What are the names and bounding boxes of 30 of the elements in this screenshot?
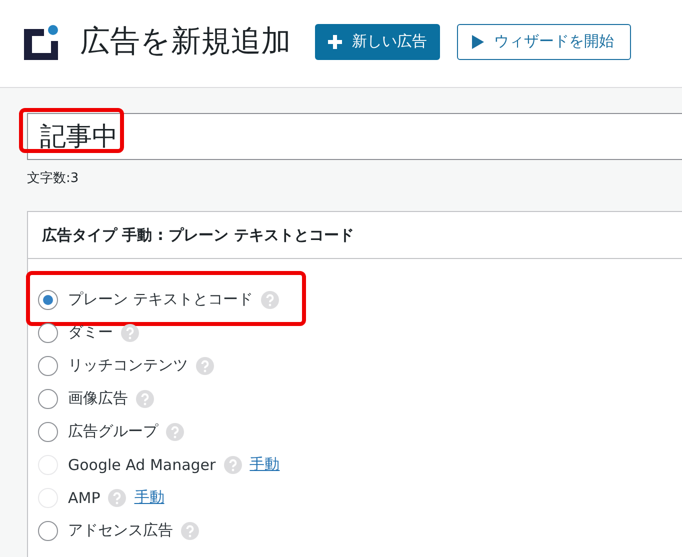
help-icon bbox=[224, 456, 242, 474]
option-label: AMP bbox=[68, 488, 100, 506]
radio-button[interactable] bbox=[38, 290, 58, 310]
option-label: ダミー bbox=[68, 323, 113, 342]
help-icon bbox=[181, 522, 199, 540]
title-field[interactable]: 記事中 bbox=[27, 113, 682, 160]
radio-button[interactable] bbox=[38, 520, 58, 540]
option-label: 広告グループ bbox=[68, 422, 158, 441]
help-icon bbox=[108, 488, 126, 506]
option-label: リッチコンテンツ bbox=[68, 356, 188, 375]
character-count: 文字数:3 bbox=[27, 170, 80, 187]
help-icon bbox=[121, 324, 139, 342]
play-icon bbox=[472, 34, 484, 48]
help-icon bbox=[260, 290, 279, 308]
option-label: アドセンス広告 bbox=[68, 521, 173, 540]
radio-button[interactable] bbox=[38, 388, 58, 408]
help-icon bbox=[196, 356, 214, 374]
plus-icon bbox=[328, 34, 342, 48]
wizard-button[interactable]: ウィザードを開始 bbox=[457, 24, 631, 60]
option-label: Google Ad Manager bbox=[68, 456, 216, 474]
radio-button[interactable] bbox=[38, 422, 58, 442]
page-title: 広告を新規追加 bbox=[80, 23, 291, 61]
radio-button[interactable] bbox=[38, 356, 58, 376]
help-icon bbox=[136, 390, 154, 408]
new-ad-button[interactable]: 新しい広告 bbox=[315, 24, 440, 60]
help-icon bbox=[166, 422, 184, 440]
option-label: 画像広告 bbox=[68, 389, 128, 408]
logo-icon bbox=[24, 24, 60, 60]
panel-title: 広告タイプ 手動 : プレーン テキストとコード bbox=[42, 226, 354, 244]
option-label: プレーン テキストとコード bbox=[68, 290, 253, 309]
